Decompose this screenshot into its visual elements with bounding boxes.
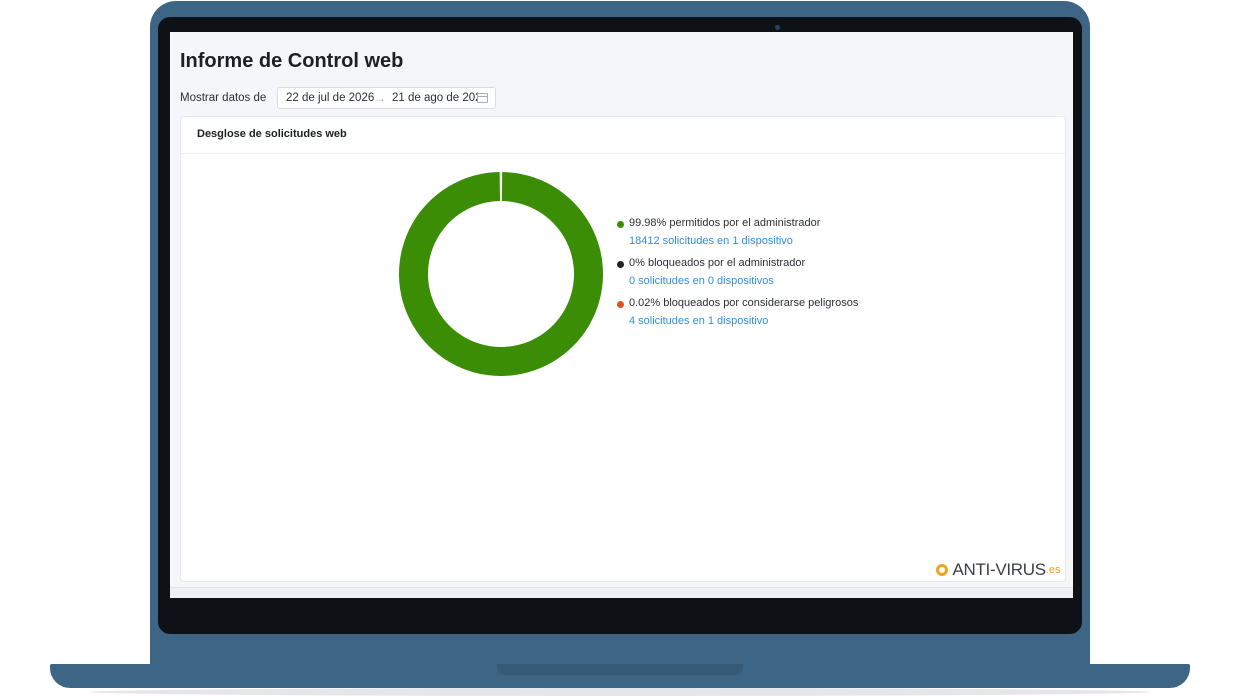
- date-end-input[interactable]: 21 de ago de 2026: [392, 92, 478, 104]
- slice-allowed[interactable]: [399, 172, 603, 376]
- legend-dot-allowed: [617, 221, 624, 228]
- camera-icon: [775, 25, 780, 30]
- legend-label-allowed: 99.98% permitidos por el administrador: [629, 217, 821, 229]
- donut-chart: [399, 172, 603, 376]
- arrow-right-icon: →: [374, 91, 386, 105]
- calendar-icon[interactable]: [477, 93, 488, 103]
- legend-dot-blocked-admin: [617, 261, 624, 268]
- page-title: Informe de Control web: [180, 50, 404, 72]
- watermark-tld: .es: [1045, 564, 1061, 576]
- legend-dot-blocked-dangerous: [617, 301, 624, 308]
- card-divider: [181, 153, 1065, 154]
- date-start-input[interactable]: 22 de jul de 2026: [286, 92, 374, 104]
- app-screen: Informe de Control web Mostrar datos de …: [170, 32, 1073, 598]
- date-filter-label: Mostrar datos de: [180, 92, 267, 104]
- laptop-shadow: [90, 688, 1150, 696]
- screen-bottom-strip: [170, 587, 1073, 598]
- watermark-logo: ANTI-VIRUS.es: [936, 560, 1060, 580]
- legend-item-blocked-admin: 0% bloqueados por el administrador 0 sol…: [617, 257, 917, 297]
- chart-legend: 99.98% permitidos por el administrador 1…: [617, 217, 917, 337]
- legend-link-blocked-admin[interactable]: 0 solicitudes en 0 dispositivos: [629, 275, 774, 287]
- legend-label-blocked-dangerous: 0.02% bloqueados por considerarse peligr…: [629, 297, 859, 309]
- legend-label-blocked-admin: 0% bloqueados por el administrador: [629, 257, 806, 269]
- legend-link-blocked-dangerous[interactable]: 4 solicitudes en 1 dispositivo: [629, 315, 768, 327]
- card-title: Desglose de solicitudes web: [197, 128, 347, 140]
- watermark-name: ANTI-VIRUS: [952, 560, 1046, 579]
- laptop-base-notch: [497, 664, 743, 675]
- legend-link-allowed[interactable]: 18412 solicitudes en 1 dispositivo: [629, 235, 793, 247]
- laptop-base: [50, 664, 1190, 688]
- date-range-picker[interactable]: 22 de jul de 2026 → 21 de ago de 2026: [277, 87, 496, 109]
- antivirus-logo-icon: [936, 564, 948, 576]
- legend-item-allowed: 99.98% permitidos por el administrador 1…: [617, 217, 917, 257]
- web-requests-card: Desglose de solicitudes web 99.98% permi…: [180, 116, 1066, 582]
- legend-item-blocked-dangerous: 0.02% bloqueados por considerarse peligr…: [617, 297, 917, 337]
